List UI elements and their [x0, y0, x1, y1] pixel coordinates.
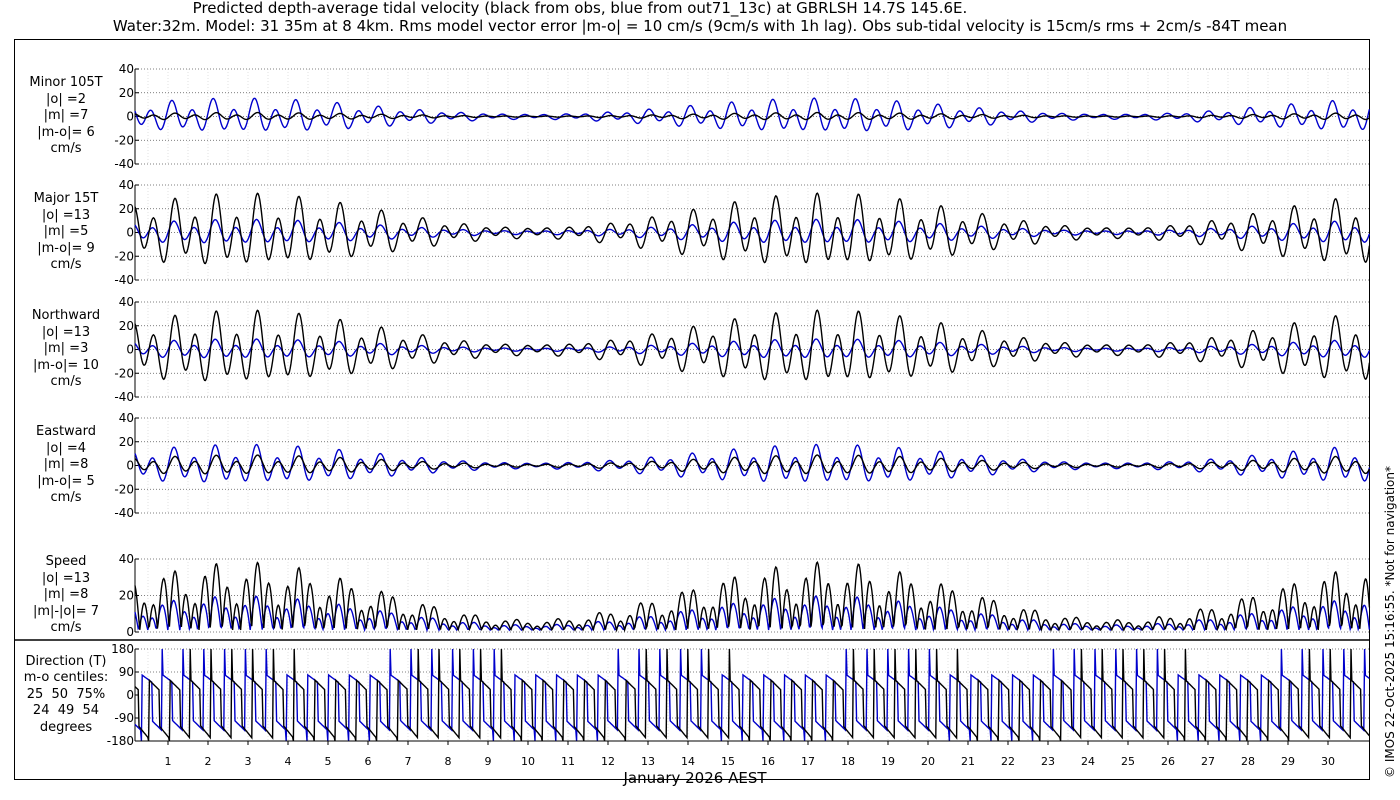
x-tick-label: 28: [1241, 755, 1255, 768]
panel-3: 40200-20-40: [114, 295, 1371, 404]
panel-label: Direction (T) m-o centiles: 25 50 75% 24…: [23, 653, 109, 735]
y-tick-label: 0: [126, 688, 134, 702]
y-tick-label: 0: [126, 110, 134, 124]
x-tick-label: 20: [921, 755, 935, 768]
y-tick-label: 0: [126, 625, 134, 639]
x-tick-label: 7: [405, 755, 412, 768]
x-tick-label: 18: [841, 755, 855, 768]
panel-label: Major 15T |o| =13 |m| =5 |m-o|= 9 cm/s: [33, 191, 99, 273]
panel-6: 180900-90-180: [107, 642, 1370, 748]
y-tick-label: 40: [119, 295, 134, 309]
y-tick-label: -40: [114, 273, 134, 287]
model-series-line: [134, 97, 1371, 132]
x-tick-label: 15: [721, 755, 735, 768]
panel-label: Northward |o| =13 |m| =3 |m-o|= 10 cm/s: [31, 308, 101, 390]
x-tick-label: 4: [285, 755, 292, 768]
panel-5: 40200: [119, 552, 1371, 639]
y-tick-label: -40: [114, 506, 134, 520]
x-tick-label: 27: [1201, 755, 1215, 768]
x-tick-label: 1: [165, 755, 172, 768]
y-tick-label: 40: [119, 411, 134, 425]
x-tick-label: 14: [681, 755, 695, 768]
x-tick-label: 5: [325, 755, 332, 768]
y-tick-label: -40: [114, 390, 134, 404]
y-tick-label: 0: [126, 226, 134, 240]
x-tick-label: 16: [761, 755, 775, 768]
y-tick-label: -40: [114, 157, 134, 171]
panel-2: 40200-20-40: [114, 178, 1371, 287]
y-tick-label: 0: [126, 459, 134, 473]
x-axis: 1 2 3 4 5 6 7 8 9 10 11 12 13 14 15 16 17 18 19 20 21 22 23 24 2…: [135, 740, 1370, 768]
x-tick-label: 29: [1281, 755, 1295, 768]
x-tick-label: 17: [801, 755, 815, 768]
x-tick-label: 13: [641, 755, 655, 768]
x-tick-label: 10: [521, 755, 535, 768]
x-tick-label: 22: [1001, 755, 1015, 768]
x-tick-label: 19: [881, 755, 895, 768]
x-tick-label: 8: [445, 755, 452, 768]
panel-1: 40200-20-40: [114, 62, 1371, 171]
y-tick-label: 40: [119, 62, 134, 76]
panel-label: Speed |o| =13 |m| =8 |m|-|o|= 7 cm/s: [32, 554, 100, 636]
x-tick-label: 25: [1121, 755, 1135, 768]
x-tick-label: 23: [1041, 755, 1055, 768]
x-tick-label: 21: [961, 755, 975, 768]
x-tick-label: 12: [601, 755, 615, 768]
x-tick-label: 9: [485, 755, 492, 768]
x-tick-label: 30: [1321, 755, 1335, 768]
copyright-notice: © IMOS 22-Oct-2025 15:16:55. *Not for na…: [1383, 466, 1397, 778]
x-tick-label: 6: [365, 755, 372, 768]
panel-label: Minor 105T |o| =2 |m| =7 |m-o|= 6 cm/s: [29, 75, 103, 157]
x-tick-label: 2: [205, 755, 212, 768]
x-tick-label: 26: [1161, 755, 1175, 768]
x-axis-label: January 2026 AEST: [623, 769, 767, 787]
x-tick-label: 24: [1081, 755, 1095, 768]
panel-label: Eastward |o| =4 |m| =8 |m-o|= 5 cm/s: [35, 424, 97, 506]
y-tick-label: 0: [126, 343, 134, 357]
chart-canvas: 40200-20-4040200-20-4040200-20-4040200-2…: [14, 62, 1371, 768]
x-tick-label: 11: [561, 755, 575, 768]
x-tick-label: 3: [245, 755, 252, 768]
panel-4: 40200-20-40: [114, 411, 1371, 520]
y-tick-label: 40: [119, 178, 134, 192]
